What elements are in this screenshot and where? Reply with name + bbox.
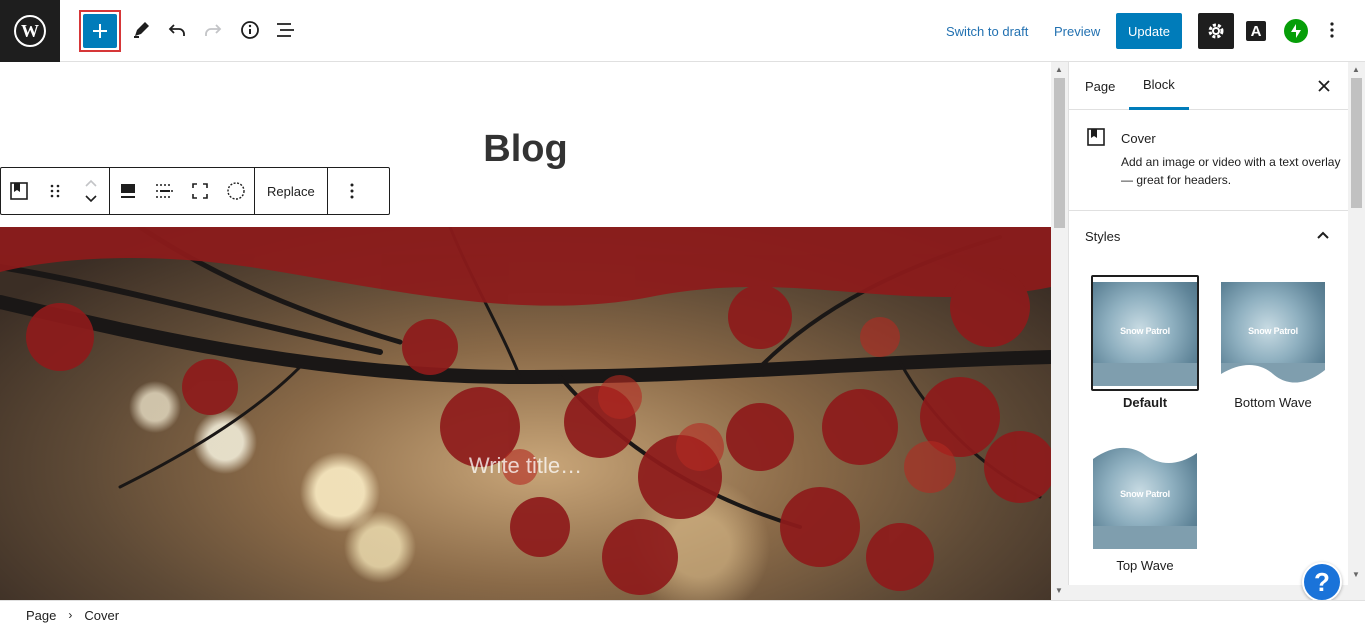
style-label: Bottom Wave xyxy=(1234,395,1312,410)
scroll-up-arrow-icon[interactable]: ▲ xyxy=(1352,65,1360,74)
close-sidebar-button[interactable] xyxy=(1312,74,1336,98)
chevron-up-icon xyxy=(1317,231,1329,239)
pencil-icon xyxy=(134,22,149,38)
style-option-default[interactable]: Snow Patrol Default xyxy=(1091,275,1199,410)
breadcrumb-item-cover[interactable]: Cover xyxy=(84,608,119,623)
move-up-down-icon xyxy=(85,179,97,203)
gear-icon xyxy=(1208,23,1224,39)
jetpack-icon xyxy=(1291,24,1301,38)
more-vertical-icon xyxy=(350,183,354,199)
switch-to-draft-link[interactable]: Switch to draft xyxy=(946,24,1028,39)
wave-shape xyxy=(1221,365,1325,386)
thumbnail-text: Snow Patrol xyxy=(1120,326,1170,336)
duotone-circle-icon xyxy=(227,182,245,200)
breadcrumb-item-page[interactable]: Page xyxy=(26,608,56,623)
scroll-down-arrow-icon[interactable]: ▼ xyxy=(1055,586,1063,595)
snow-tree-thumbnail: Snow Patrol xyxy=(1093,282,1197,386)
cover-block-icon xyxy=(10,182,28,200)
sidebar-tabs: Page Block xyxy=(1069,62,1351,110)
replace-group: Replace xyxy=(255,168,328,214)
list-view-icon xyxy=(277,23,294,37)
styles-panel-toggle[interactable]: Styles xyxy=(1069,211,1351,261)
canvas-scrollbar[interactable]: ▲ ▼ xyxy=(1051,62,1068,600)
settings-button[interactable] xyxy=(1198,13,1234,49)
style-preview: Snow Patrol xyxy=(1219,275,1327,391)
replace-button[interactable]: Replace xyxy=(255,168,327,214)
thumbnail-text: Snow Patrol xyxy=(1248,326,1298,336)
style-option-bottom-wave[interactable]: Snow Patrol Bottom Wave xyxy=(1219,275,1327,410)
close-icon xyxy=(1318,80,1330,92)
wordpress-logo-button[interactable]: W xyxy=(0,0,60,62)
thumbnail-text: Snow Patrol xyxy=(1120,489,1170,499)
style-option-top-wave[interactable]: Snow Patrol Top Wave xyxy=(1091,438,1199,573)
full-height-toggle[interactable] xyxy=(182,168,218,214)
duotone-button[interactable] xyxy=(218,168,254,214)
cover-title-placeholder[interactable]: Write title… xyxy=(0,453,1051,479)
list-view-button[interactable] xyxy=(269,13,303,47)
block-card: Cover Add an image or video with a text … xyxy=(1069,110,1351,211)
block-card-title: Cover xyxy=(1121,131,1156,146)
chevron-right-icon: › xyxy=(68,608,73,622)
alignment-group xyxy=(110,168,255,214)
snow-tree-thumbnail: Snow Patrol xyxy=(1221,282,1325,386)
details-button[interactable] xyxy=(233,13,267,47)
position-matrix-icon xyxy=(156,184,173,198)
editor-canvas: Blog Write title… Replace xyxy=(0,62,1051,600)
svg-text:W: W xyxy=(21,21,39,41)
page-title[interactable]: Blog xyxy=(0,128,1051,171)
tools-button[interactable] xyxy=(124,13,158,47)
jetpack-button[interactable] xyxy=(1284,19,1308,43)
scroll-down-arrow-icon[interactable]: ▼ xyxy=(1352,570,1360,579)
breadcrumb: Page › Cover xyxy=(0,600,1365,629)
font-plugin-button[interactable]: A xyxy=(1246,21,1266,41)
info-icon xyxy=(241,21,259,39)
drag-handle-icon xyxy=(50,184,60,198)
undo-button[interactable] xyxy=(160,13,194,47)
change-content-position-button[interactable] xyxy=(146,168,182,214)
fullscreen-icon xyxy=(192,183,208,199)
sidebar-scrollbar[interactable]: ▲ ▼ xyxy=(1348,62,1365,600)
wave-shape xyxy=(1093,445,1197,463)
help-button[interactable]: ? xyxy=(1302,562,1342,602)
block-inserter-button[interactable] xyxy=(83,14,117,48)
block-options-button[interactable] xyxy=(328,168,376,214)
wordpress-icon: W xyxy=(14,15,46,47)
block-card-description: Add an image or video with a text overla… xyxy=(1121,155,1341,187)
plus-icon xyxy=(93,24,107,38)
more-vertical-icon xyxy=(1330,22,1334,38)
maple-branches-image xyxy=(0,227,1051,595)
style-label: Default xyxy=(1122,395,1168,410)
sidebar-scrollbar-thumb[interactable] xyxy=(1351,78,1362,208)
more-group xyxy=(328,168,376,214)
style-label: Top Wave xyxy=(1116,558,1174,573)
options-menu-button[interactable] xyxy=(1315,13,1349,47)
block-type-button[interactable] xyxy=(1,168,37,214)
tab-block[interactable]: Block xyxy=(1129,62,1189,110)
block-switcher-group xyxy=(1,168,110,214)
tab-page[interactable]: Page xyxy=(1085,62,1115,110)
cover-block[interactable]: Write title… xyxy=(0,227,1051,600)
scroll-up-arrow-icon[interactable]: ▲ xyxy=(1055,65,1063,74)
content-position-button[interactable] xyxy=(110,168,146,214)
editor-header: W Switch to draft Preview Update A xyxy=(0,0,1365,62)
settings-sidebar: Page Block Cover Add an image or video w… xyxy=(1068,62,1365,600)
inserter-highlight xyxy=(79,10,121,52)
update-button[interactable]: Update xyxy=(1116,13,1182,49)
drag-handle[interactable] xyxy=(37,168,73,214)
cover-block-icon xyxy=(1087,128,1105,146)
style-preview: Snow Patrol xyxy=(1091,438,1199,554)
move-buttons[interactable] xyxy=(73,168,109,214)
style-preview: Snow Patrol xyxy=(1091,275,1199,391)
preview-link[interactable]: Preview xyxy=(1054,24,1100,39)
redo-button[interactable] xyxy=(196,13,230,47)
undo-icon xyxy=(168,24,185,36)
block-toolbar: Replace xyxy=(0,167,390,215)
canvas-scrollbar-thumb[interactable] xyxy=(1054,78,1065,228)
redo-icon xyxy=(205,24,222,36)
align-top-icon xyxy=(121,184,135,198)
styles-panel-title: Styles xyxy=(1085,229,1121,244)
snow-tree-thumbnail: Snow Patrol xyxy=(1093,445,1197,549)
